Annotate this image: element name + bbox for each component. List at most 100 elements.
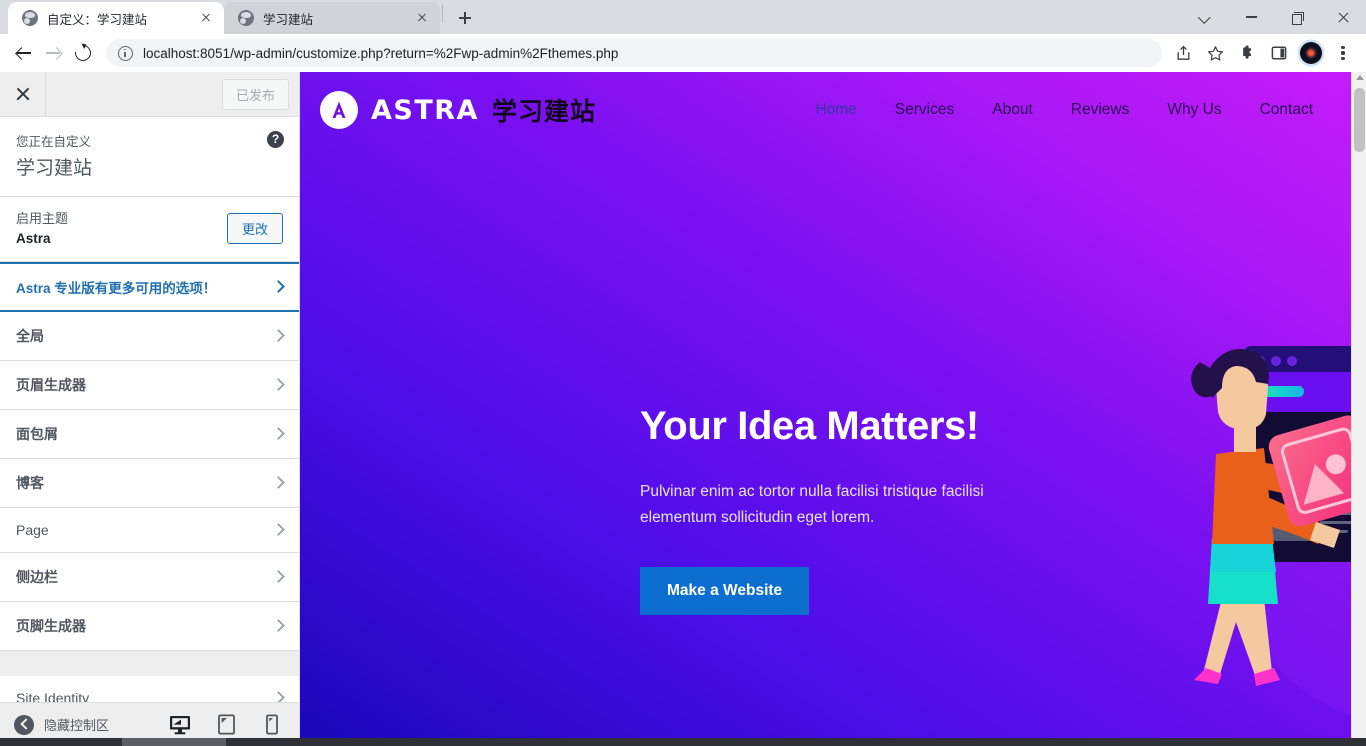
address-bar[interactable]: localhost:8051/wp-admin/customize.php?re… <box>106 39 1162 67</box>
globe-icon <box>22 10 38 26</box>
sidebar-item-page[interactable]: Page <box>0 507 299 553</box>
chevron-right-icon <box>272 570 285 584</box>
back-arrow-icon <box>16 46 31 61</box>
close-icon <box>16 87 30 101</box>
hero-section: Your Idea Matters! Pulvinar enim ac tort… <box>300 148 1366 746</box>
device-preview-desktop[interactable] <box>166 710 194 746</box>
tablet-icon <box>217 714 235 735</box>
brand-name: ASTRA <box>371 94 479 126</box>
chevron-right-icon <box>272 476 285 490</box>
close-window-button[interactable] <box>1320 0 1366 34</box>
info-circle-icon[interactable] <box>118 45 133 61</box>
nav-link-reviews[interactable]: Reviews <box>1071 101 1130 119</box>
hero-illustration <box>1160 322 1366 742</box>
site-branding[interactable]: ASTRA 学习建站 <box>320 91 596 129</box>
customizer-sections-list[interactable]: Astra 专业版有更多可用的选项！ 全局 页眉生成器 面包屑 博客 Page … <box>0 261 299 702</box>
profile-button[interactable] <box>1296 38 1326 68</box>
astra-pro-label: Astra 专业版有更多可用的选项！ <box>16 280 217 296</box>
customizer-info: 您正在自定义 学习建站 ? <box>0 117 299 197</box>
nav-link-home[interactable]: Home <box>815 101 856 119</box>
tab-search-chevron-down-icon[interactable] <box>1182 0 1228 34</box>
sidebar-item-site-identity[interactable]: Site Identity <box>0 675 299 702</box>
active-theme-text: 启用主题 Astra <box>16 209 227 249</box>
window-controls <box>1182 0 1366 34</box>
section-label: 页眉生成器 <box>16 376 86 393</box>
toolbar-icon-group <box>1168 38 1358 68</box>
nav-link-contact[interactable]: Contact <box>1260 101 1313 119</box>
reload-button[interactable] <box>68 38 98 68</box>
sidebar-item-global[interactable]: 全局 <box>0 311 299 361</box>
avatar <box>1300 42 1322 64</box>
nav-link-services[interactable]: Services <box>895 101 954 119</box>
browser-tab-site[interactable]: 学习建站 <box>224 2 440 34</box>
customizer-close-button[interactable] <box>0 72 46 116</box>
collapse-sidebar-button[interactable]: 隐藏控制区 <box>14 714 167 735</box>
site-title: 学习建站 <box>16 158 93 179</box>
os-taskbar[interactable] <box>0 738 1366 746</box>
minimize-button[interactable] <box>1228 0 1274 34</box>
section-label: 侧边栏 <box>16 568 58 585</box>
maximize-button[interactable] <box>1274 0 1320 34</box>
sections-gap <box>0 650 299 676</box>
astra-pro-upsell[interactable]: Astra 专业版有更多可用的选项！ <box>0 261 299 312</box>
section-label: 面包屑 <box>16 425 58 442</box>
web-design-team-illustration <box>1191 346 1366 721</box>
chevron-right-icon <box>272 427 285 441</box>
hero-title: Your Idea Matters! <box>640 404 979 448</box>
section-label: 全局 <box>16 327 44 344</box>
tab-title: 学习建站 <box>263 12 314 27</box>
tab-title: 自定义：学习建站 <box>47 12 148 27</box>
scrollbar-up-arrow-icon[interactable] <box>1355 75 1364 80</box>
close-icon[interactable] <box>196 8 216 28</box>
make-a-website-button[interactable]: Make a Website <box>640 567 810 616</box>
sidebar-item-header-builder[interactable]: 页眉生成器 <box>0 360 299 410</box>
hero-copy: Your Idea Matters! Pulvinar enim ac tort… <box>640 404 1060 616</box>
change-theme-button[interactable]: 更改 <box>226 213 283 245</box>
url-text: localhost:8051/wp-admin/customize.php?re… <box>143 45 619 61</box>
device-preview-mobile[interactable] <box>259 710 285 740</box>
side-panel-button[interactable] <box>1264 38 1294 68</box>
brand-name-cn: 学习建站 <box>491 97 596 126</box>
close-icon[interactable] <box>412 8 432 28</box>
help-icon[interactable]: ? <box>267 131 284 148</box>
chevron-right-icon <box>272 378 285 392</box>
section-label: Page <box>16 521 49 538</box>
site-navigation: Home Services About Reviews Why Us Conta… <box>815 101 1313 119</box>
nav-link-why-us[interactable]: Why Us <box>1167 101 1221 119</box>
new-tab-button[interactable] <box>451 4 479 32</box>
desktop-icon <box>170 715 190 734</box>
customizing-eyebrow: 您正在自定义 <box>16 135 92 149</box>
browser-toolbar: localhost:8051/wp-admin/customize.php?re… <box>0 34 1366 72</box>
chevron-right-icon <box>272 329 285 343</box>
share-icon <box>1175 45 1192 62</box>
scrollbar-thumb[interactable] <box>1354 88 1365 152</box>
extensions-button[interactable] <box>1232 38 1262 68</box>
section-label: 页脚生成器 <box>16 617 86 634</box>
active-theme-row: 启用主题 Astra 更改 <box>0 197 299 262</box>
side-panel-icon <box>1271 45 1287 61</box>
publish-button[interactable]: 已发布 <box>221 78 289 110</box>
device-preview-tablet[interactable] <box>213 710 239 740</box>
collapse-arrow-icon <box>14 714 34 735</box>
nav-link-about[interactable]: About <box>992 101 1033 119</box>
site-header: ASTRA 学习建站 Home Services About Reviews W… <box>300 72 1351 148</box>
wp-customizer-panel: 已发布 您正在自定义 学习建站 ? 启用主题 Astra 更改 Astra 专业… <box>0 72 300 746</box>
chrome-menu-dots-icon <box>1333 43 1353 63</box>
active-theme-name: Astra <box>16 230 51 246</box>
sidebar-item-sidebar[interactable]: 侧边栏 <box>0 552 299 602</box>
back-button[interactable] <box>8 38 38 68</box>
bookmark-button[interactable] <box>1200 38 1230 68</box>
browser-tab-customizer[interactable]: 自定义：学习建站 <box>8 2 224 34</box>
tab-strip: 自定义：学习建站 学习建站 <box>0 0 1366 34</box>
share-button[interactable] <box>1168 38 1198 68</box>
sidebar-item-blog[interactable]: 博客 <box>0 458 299 508</box>
taskbar-active-window[interactable] <box>122 738 226 746</box>
preview-scrollbar[interactable] <box>1351 72 1366 746</box>
forward-button[interactable] <box>38 38 68 68</box>
chrome-menu-button[interactable] <box>1328 38 1358 68</box>
reload-icon <box>71 41 95 65</box>
sidebar-item-footer-builder[interactable]: 页脚生成器 <box>0 601 299 651</box>
extensions-puzzle-icon <box>1239 45 1256 62</box>
sidebar-item-breadcrumb[interactable]: 面包屑 <box>0 409 299 459</box>
forward-arrow-icon <box>45 46 61 61</box>
